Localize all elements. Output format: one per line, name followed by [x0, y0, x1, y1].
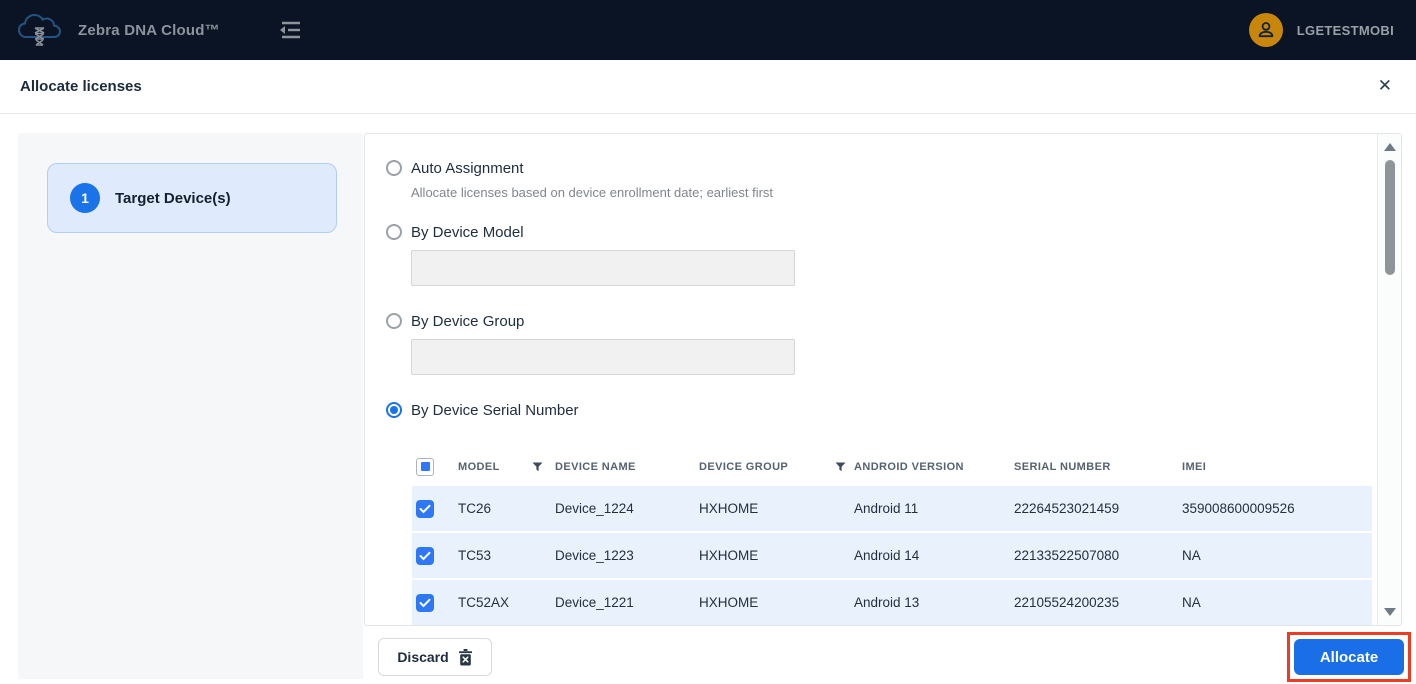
column-android-version: ANDROID VERSION	[854, 460, 964, 473]
app-title: Zebra DNA Cloud™	[78, 21, 220, 39]
device-group-label[interactable]: By Device Group	[411, 313, 524, 330]
option-by-serial-number: By Device Serial Number	[386, 401, 1376, 419]
cell-android-version: Android 14	[854, 548, 920, 563]
row-checkbox[interactable]	[416, 593, 434, 612]
top-app-bar: Zebra DNA Cloud™ LGETESTMOBI	[0, 0, 1416, 60]
auto-assignment-label[interactable]: Auto Assignment	[411, 160, 524, 177]
steps-panel: 1 Target Device(s)	[18, 133, 363, 679]
table-row[interactable]: TC53 Device_1223 HXHOME Android 14 22133…	[412, 533, 1372, 578]
cell-serial-number: 22133522507080	[1014, 548, 1120, 563]
device-table-header: MODEL DEVICE NAME DEVICE GROUP ANDROID V…	[412, 449, 1372, 484]
cell-device-group: HXHOME	[699, 501, 759, 516]
allocate-button[interactable]: Allocate	[1294, 639, 1404, 675]
cell-device-name: Device_1224	[555, 501, 634, 516]
cell-serial-number: 22264523021459	[1014, 501, 1120, 516]
device-model-input[interactable]	[411, 250, 795, 286]
person-icon	[1258, 22, 1274, 38]
scrollbar-thumb[interactable]	[1385, 160, 1395, 275]
column-device-name: DEVICE NAME	[555, 460, 636, 473]
cell-imei: NA	[1182, 595, 1201, 610]
cell-device-group: HXHOME	[699, 548, 759, 563]
column-model: MODEL	[458, 461, 555, 473]
trash-icon	[458, 648, 472, 665]
column-serial-number: SERIAL NUMBER	[1014, 460, 1111, 473]
cell-android-version: Android 13	[854, 595, 920, 610]
cell-device-name: Device_1223	[555, 548, 634, 563]
username-label[interactable]: LGETESTMOBI	[1297, 23, 1394, 38]
table-row[interactable]: TC52AX Device_1221 HXHOME Android 13 221…	[412, 580, 1372, 625]
allocation-options-panel: Auto Assignment Allocate licenses based …	[364, 133, 1402, 626]
scroll-down-arrow-icon[interactable]	[1384, 608, 1396, 616]
cell-device-name: Device_1221	[555, 595, 634, 610]
column-device-group: DEVICE GROUP	[699, 461, 854, 473]
dialog-title: Allocate licenses	[20, 78, 142, 95]
cell-device-group: HXHOME	[699, 595, 759, 610]
discard-button[interactable]: Discard	[378, 638, 492, 676]
device-table: MODEL DEVICE NAME DEVICE GROUP ANDROID V…	[412, 449, 1372, 625]
serial-number-label[interactable]: By Device Serial Number	[411, 402, 579, 419]
close-icon[interactable]: ✕	[1378, 77, 1392, 94]
device-model-label[interactable]: By Device Model	[411, 224, 524, 241]
step-number-badge: 1	[70, 183, 100, 213]
cell-imei: 359008600009526	[1182, 501, 1295, 516]
cell-model: TC52AX	[458, 595, 510, 610]
scroll-up-arrow-icon[interactable]	[1384, 143, 1396, 151]
option-auto-assignment: Auto Assignment	[386, 159, 1376, 177]
option-by-device-model: By Device Model	[386, 223, 1376, 241]
allocate-annotation-highlight: Allocate	[1287, 632, 1411, 682]
cell-serial-number: 22105524200235	[1014, 595, 1120, 610]
table-row[interactable]: TC26 Device_1224 HXHOME Android 11 22264…	[412, 486, 1372, 531]
zebra-dna-cloud-logo	[17, 13, 62, 46]
step-label: Target Device(s)	[115, 189, 231, 207]
row-checkbox[interactable]	[416, 499, 434, 518]
serial-number-radio[interactable]	[386, 402, 402, 418]
cell-android-version: Android 11	[854, 501, 919, 516]
cell-imei: NA	[1182, 548, 1201, 563]
collapse-sidebar-icon[interactable]	[278, 19, 304, 41]
model-filter-icon[interactable]	[532, 462, 543, 472]
cell-model: TC53	[458, 548, 492, 563]
user-avatar[interactable]	[1248, 13, 1283, 47]
row-checkbox[interactable]	[416, 546, 434, 565]
device-group-radio[interactable]	[386, 313, 402, 329]
step-target-devices[interactable]: 1 Target Device(s)	[47, 163, 337, 233]
column-imei: IMEI	[1182, 460, 1207, 473]
dialog-header: Allocate licenses ✕	[0, 60, 1416, 114]
select-all-checkbox[interactable]	[416, 457, 434, 476]
option-by-device-group: By Device Group	[386, 312, 1376, 330]
auto-assignment-description: Allocate licenses based on device enroll…	[411, 185, 774, 200]
auto-assignment-radio[interactable]	[386, 160, 402, 176]
device-model-radio[interactable]	[386, 224, 402, 240]
device-group-input[interactable]	[411, 339, 795, 375]
discard-button-label: Discard	[397, 649, 449, 665]
device-group-filter-icon[interactable]	[835, 462, 846, 472]
cell-model: TC26	[458, 501, 492, 516]
vertical-scrollbar	[1377, 134, 1401, 625]
